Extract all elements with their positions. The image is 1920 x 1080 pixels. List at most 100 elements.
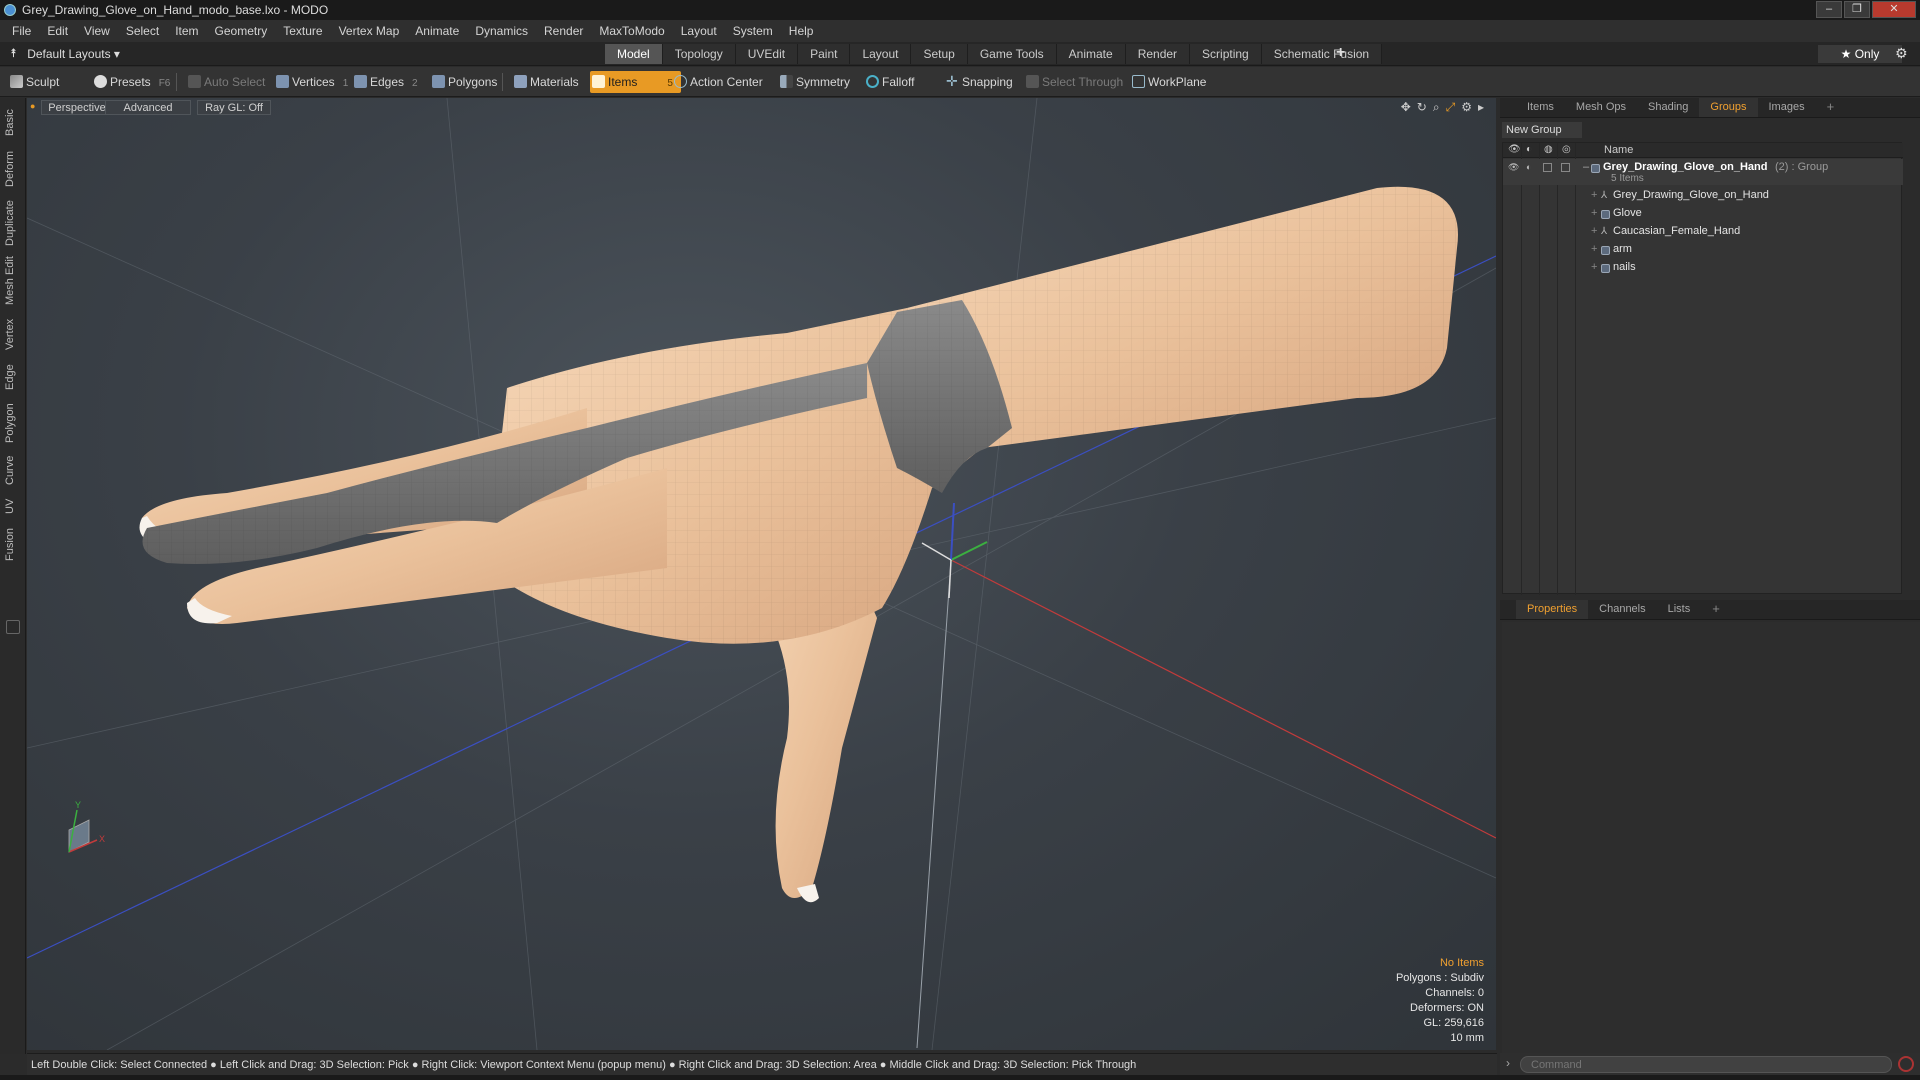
menu-select[interactable]: Select xyxy=(118,24,167,38)
rotate-icon[interactable]: ↻ xyxy=(1417,100,1427,115)
viewport-settings-icon[interactable]: ⚙ xyxy=(1461,100,1472,115)
layout-up-icon[interactable]: ⯭ xyxy=(10,46,17,61)
expand-icon[interactable]: + xyxy=(1591,189,1597,201)
tab-schematic-fusion[interactable]: Schematic Fusion xyxy=(1261,44,1383,64)
expand-panel-icon[interactable] xyxy=(6,620,20,634)
group-child-row[interactable]: + ⅄ Grey_Drawing_Glove_on_Hand xyxy=(1503,187,1903,205)
menu-item[interactable]: Item xyxy=(167,24,206,38)
expand-icon[interactable]: + xyxy=(1591,207,1597,219)
minimize-button[interactable]: – xyxy=(1816,1,1842,18)
layout-name[interactable]: Default Layouts ▾ xyxy=(27,47,120,61)
vertices-button[interactable]: Vertices 1 xyxy=(274,71,348,93)
command-arrow-icon[interactable]: › xyxy=(1506,1056,1510,1070)
tab-topology[interactable]: Topology xyxy=(662,44,736,64)
tab-render[interactable]: Render xyxy=(1125,44,1191,64)
lock-checkbox[interactable] xyxy=(1543,163,1552,172)
tab-model[interactable]: Model xyxy=(605,44,663,64)
menu-maxtomodo[interactable]: MaxToModo xyxy=(591,24,672,38)
tab-polygon[interactable]: Polygon xyxy=(4,400,22,446)
zoom-icon[interactable]: ⌕ xyxy=(1433,100,1440,115)
presets-button[interactable]: Presets F6 xyxy=(92,71,170,93)
expand-icon[interactable]: + xyxy=(1591,243,1597,255)
materials-button[interactable]: Materials xyxy=(512,71,579,93)
lock-icon[interactable]: ◍ xyxy=(1544,144,1553,155)
falloff-button[interactable]: Falloff xyxy=(864,71,914,93)
menu-help[interactable]: Help xyxy=(781,24,822,38)
viewport-menu-icon[interactable]: ● xyxy=(30,101,38,111)
edges-button[interactable]: Edges 2 xyxy=(352,71,418,93)
tab-layout[interactable]: Layout xyxy=(850,44,912,64)
tab-uvedit[interactable]: UVEdit xyxy=(735,44,799,64)
gear-icon[interactable]: ⚙ xyxy=(1895,45,1908,62)
tab-mesh-ops[interactable]: Mesh Ops xyxy=(1565,98,1637,117)
menu-system[interactable]: System xyxy=(725,24,781,38)
item-gizmo[interactable] xyxy=(921,502,988,599)
eye-icon[interactable]: 👁 xyxy=(1508,144,1521,155)
workplane-button[interactable]: WorkPlane xyxy=(1130,71,1206,93)
menu-file[interactable]: File xyxy=(4,24,39,38)
render-icon[interactable]: ◐ xyxy=(1526,162,1531,172)
render-icon[interactable]: ◐ xyxy=(1526,144,1532,155)
sculpt-button[interactable]: Sculpt xyxy=(8,71,59,93)
tab-mesh-edit[interactable]: Mesh Edit xyxy=(4,256,22,306)
tab-properties[interactable]: Properties xyxy=(1516,600,1589,619)
tab-setup[interactable]: Setup xyxy=(911,44,968,64)
tab-uv[interactable]: UV xyxy=(4,494,22,518)
tab-vertex[interactable]: Vertex xyxy=(4,314,22,354)
tab-groups[interactable]: Groups xyxy=(1699,98,1758,117)
menu-geometry[interactable]: Geometry xyxy=(207,24,276,38)
add-tab-button[interactable]: + xyxy=(1336,44,1345,62)
add-tab-button[interactable]: + xyxy=(1701,600,1731,619)
3d-viewport[interactable]: Y X ● Perspective Advanced Ray GL: Off ✥… xyxy=(27,98,1496,1050)
tab-channels[interactable]: Channels xyxy=(1588,600,1656,619)
close-button[interactable]: ✕ xyxy=(1872,1,1916,18)
snapping-button[interactable]: ✛ Snapping xyxy=(944,71,1013,93)
tab-fusion[interactable]: Fusion xyxy=(4,524,22,564)
tab-animate[interactable]: Animate xyxy=(1056,44,1126,64)
tab-deform[interactable]: Deform xyxy=(4,148,22,190)
tab-duplicate[interactable]: Duplicate xyxy=(4,198,22,248)
new-group-button[interactable]: New Group xyxy=(1502,122,1582,138)
group-child-row[interactable]: + ⅄ Caucasian_Female_Hand xyxy=(1503,223,1903,241)
menu-texture[interactable]: Texture xyxy=(275,24,330,38)
only-toggle[interactable]: ★ Only xyxy=(1818,45,1902,63)
raygl-toggle[interactable]: Ray GL: Off xyxy=(197,100,271,115)
layout-selector[interactable]: ⯭ Default Layouts ▾ xyxy=(10,46,120,61)
menu-render[interactable]: Render xyxy=(536,24,591,38)
tab-game-tools[interactable]: Game Tools xyxy=(967,44,1057,64)
menu-layout[interactable]: Layout xyxy=(673,24,725,38)
menu-view[interactable]: View xyxy=(76,24,118,38)
group-row-root[interactable]: 👁 ◐ – Grey_Drawing_Glove_on_Hand (2) : G… xyxy=(1503,159,1903,185)
group-child-row[interactable]: + Glove xyxy=(1503,205,1903,223)
expand-icon[interactable]: + xyxy=(1591,225,1597,237)
items-button[interactable]: Items 5 xyxy=(590,71,681,93)
command-input[interactable] xyxy=(1520,1056,1892,1073)
action-center-button[interactable]: Action Center xyxy=(672,71,763,93)
auto-select-button[interactable]: Auto Select xyxy=(186,71,265,93)
add-tab-button[interactable]: + xyxy=(1816,98,1846,117)
menu-vertex-map[interactable]: Vertex Map xyxy=(331,24,408,38)
polygons-button[interactable]: Polygons xyxy=(430,71,497,93)
pan-icon[interactable]: ✥ xyxy=(1401,100,1411,115)
select-icon[interactable]: ◎ xyxy=(1562,144,1571,155)
restore-button[interactable]: ❐ xyxy=(1844,1,1870,18)
record-icon[interactable] xyxy=(1898,1056,1914,1072)
select-checkbox[interactable] xyxy=(1561,163,1570,172)
tab-scripting[interactable]: Scripting xyxy=(1190,44,1262,64)
tab-images[interactable]: Images xyxy=(1758,98,1816,117)
tab-shading[interactable]: Shading xyxy=(1637,98,1699,117)
eye-icon[interactable]: 👁 xyxy=(1508,162,1519,173)
view-perspective-button[interactable]: Perspective xyxy=(41,100,113,115)
select-through-button[interactable]: Select Through xyxy=(1024,71,1123,93)
collapse-icon[interactable]: – xyxy=(1583,161,1589,173)
tab-items[interactable]: Items xyxy=(1516,98,1565,117)
expand-icon[interactable]: + xyxy=(1591,261,1597,273)
tab-lists[interactable]: Lists xyxy=(1657,600,1702,619)
name-column-header[interactable]: Name xyxy=(1604,144,1633,156)
maximize-icon[interactable]: ⤢ xyxy=(1446,100,1456,115)
menu-dynamics[interactable]: Dynamics xyxy=(467,24,536,38)
tab-edge[interactable]: Edge xyxy=(4,360,22,394)
tab-paint[interactable]: Paint xyxy=(798,44,851,64)
group-child-row[interactable]: + nails xyxy=(1503,259,1903,277)
menu-animate[interactable]: Animate xyxy=(407,24,467,38)
